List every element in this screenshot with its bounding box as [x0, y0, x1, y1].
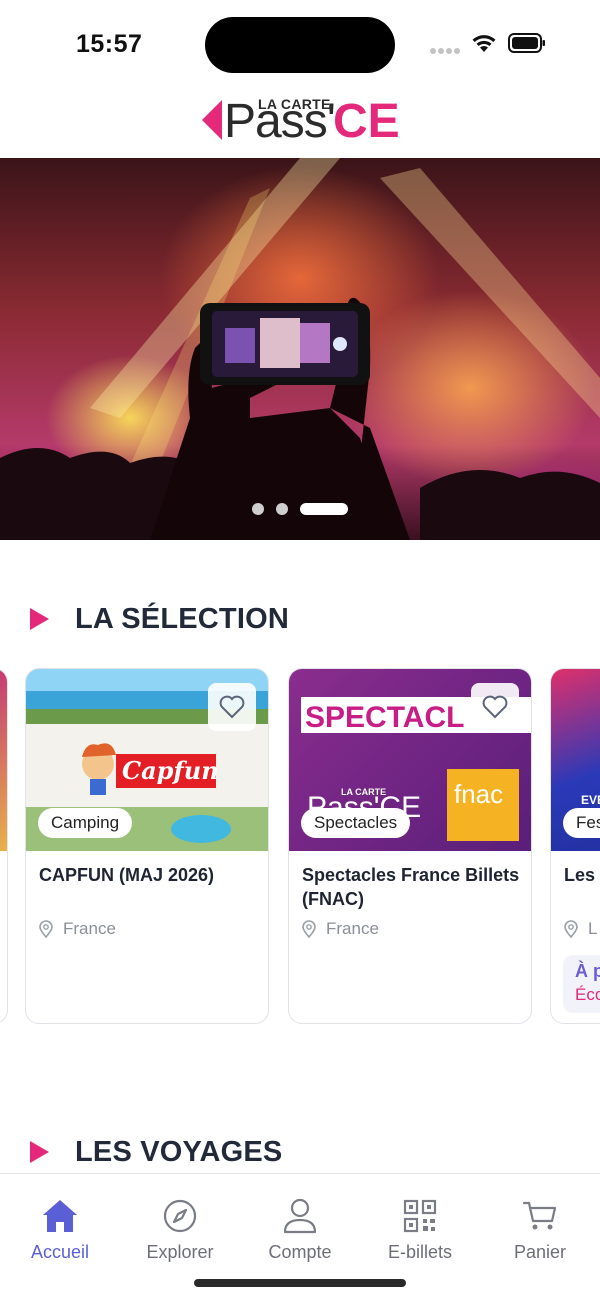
logo-accent-text: CE: [333, 95, 400, 148]
battery-icon: [508, 33, 545, 53]
card-location: France: [39, 919, 116, 939]
section-selection-header: LA SÉLECTION: [30, 599, 289, 639]
section-title: LA SÉLECTION: [75, 602, 289, 635]
category-tag: Spectacles: [301, 808, 411, 838]
selection-carousel[interactable]: Capfun Camping CAPFUN (MAJ 2026) France …: [0, 668, 600, 1028]
card-image-text: Capfun: [122, 756, 219, 785]
tab-label: Accueil: [30, 1242, 90, 1262]
logo-small-text: LA CARTE: [258, 96, 331, 112]
status-bar: 15:57: [0, 0, 600, 90]
location-text: France: [326, 919, 379, 938]
card-image-text: EVE: [581, 793, 600, 807]
section-voyages-header: LES VOYAGES: [30, 1132, 282, 1172]
category-tag: Fes: [563, 808, 600, 838]
card-title: Les: [564, 865, 596, 885]
signal-icon: [430, 41, 462, 59]
card-partial-left[interactable]: [0, 668, 8, 1024]
tab-compte[interactable]: Compte: [240, 1196, 360, 1263]
tab-label: Compte: [268, 1242, 332, 1262]
card-location: France: [302, 919, 379, 939]
tab-explorer[interactable]: Explorer: [120, 1196, 240, 1263]
tab-e-billets[interactable]: E-billets: [360, 1196, 480, 1263]
product-card[interactable]: Capfun Camping CAPFUN (MAJ 2026) France: [25, 668, 269, 1024]
tab-accueil[interactable]: Accueil: [0, 1196, 120, 1263]
play-triangle-icon: [30, 608, 49, 630]
tab-panier[interactable]: Panier: [480, 1196, 600, 1263]
location-pin-icon: [564, 920, 578, 938]
product-card-partial[interactable]: EVE Fes Les L À p Éco: [550, 668, 600, 1024]
status-time: 15:57: [76, 30, 143, 58]
logo-arrow-icon: [202, 100, 222, 140]
carousel-dot-active[interactable]: [300, 503, 348, 515]
home-indicator[interactable]: [194, 1279, 406, 1287]
home-icon: [43, 1200, 77, 1232]
section-title: LES VOYAGES: [75, 1135, 283, 1168]
play-triangle-icon: [30, 1141, 49, 1163]
location-text: France: [63, 919, 116, 938]
promo-savings-label: Éco: [575, 985, 600, 1004]
tab-label: E-billets: [387, 1242, 453, 1262]
hero-carousel[interactable]: [0, 158, 600, 540]
category-tag: Camping: [38, 808, 133, 838]
card-image-brand: fnac: [454, 779, 503, 809]
user-icon: [283, 1198, 317, 1234]
location-pin-icon: [39, 920, 53, 938]
heart-icon: [219, 695, 245, 719]
location-text: L: [588, 919, 598, 938]
concert-image: [0, 158, 600, 540]
dynamic-island: [205, 17, 395, 73]
card-image-text: SPECTACL: [305, 701, 464, 734]
favorite-button[interactable]: [471, 683, 519, 731]
qr-code-icon: [403, 1199, 437, 1233]
promo-box: À p Éco: [563, 955, 600, 1013]
tab-label: Panier: [513, 1242, 567, 1262]
card-title: CAPFUN (MAJ 2026): [39, 865, 215, 885]
card-title: Spectacles France Billets (FNAC): [302, 865, 520, 909]
location-pin-icon: [302, 920, 316, 938]
heart-icon: [482, 695, 508, 719]
card-location: L: [564, 919, 597, 939]
wifi-icon: [472, 35, 496, 52]
favorite-button[interactable]: [208, 683, 256, 731]
compass-icon: [163, 1199, 197, 1233]
app-logo: Pass' LA CARTE CE: [0, 90, 600, 158]
product-card[interactable]: SPECTACL LA CARTE Pass'CE fnac Spectacle…: [288, 668, 532, 1024]
cart-icon: [522, 1201, 557, 1230]
carousel-dot[interactable]: [252, 503, 264, 515]
tab-label: Explorer: [146, 1242, 214, 1262]
promo-price-label: À p: [575, 961, 600, 981]
carousel-dot[interactable]: [276, 503, 288, 515]
